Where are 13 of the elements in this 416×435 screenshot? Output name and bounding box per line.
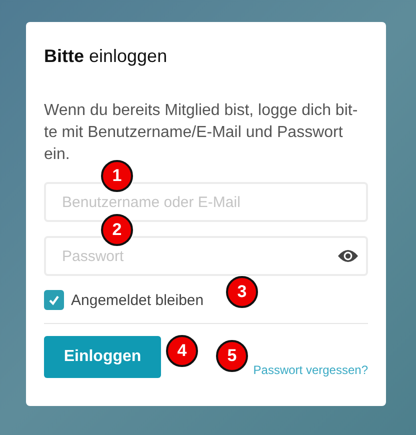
password-field[interactable]: Passwort <box>44 236 368 276</box>
forgot-password-link[interactable]: Passwort vergessen? <box>253 363 368 377</box>
eye-icon[interactable] <box>337 249 359 263</box>
number-badge: 4 <box>166 335 198 367</box>
remember-checkbox[interactable] <box>44 290 64 310</box>
number-badge: 1 <box>101 160 133 192</box>
checkmark-icon <box>48 294 60 306</box>
dialog-title: Bitte einloggen <box>44 45 168 68</box>
number-badge: 5 <box>216 340 248 372</box>
remember-label: Angemeldet bleiben <box>71 292 204 308</box>
number-badge: 3 <box>226 276 258 308</box>
login-button[interactable]: Einloggen <box>44 336 161 378</box>
username-field[interactable]: Benutzername oder E-Mail <box>44 182 368 222</box>
